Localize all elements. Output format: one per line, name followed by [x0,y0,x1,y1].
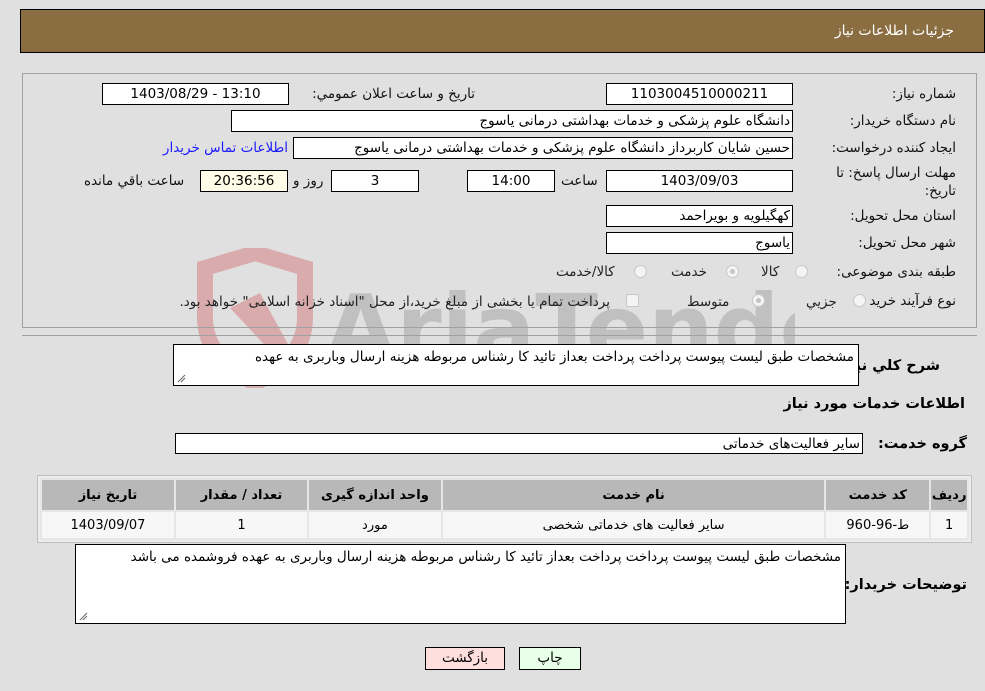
category-radio-service[interactable] [726,265,739,278]
deadline-time-field: 14:00 [467,170,555,192]
cell-unit: مورد [306,510,443,540]
announce-datetime-field: 1403/08/29 - 13:10 [102,83,289,105]
col-header-service-code: کد خدمت [824,478,932,512]
col-header-unit: واحد اندازه گیری [306,478,443,512]
buyer-notes-label: توضیحات خریدار: [844,577,967,593]
deadline-time-label: ساعت [561,173,598,189]
need-number-label: شماره نیاز: [891,86,956,102]
need-number-field: 1103004510000211 [606,83,793,105]
col-header-need-date: تاریخ نیاز [40,478,176,512]
table-row: 1 ط-96-960 سایر فعالیت های خدماتی شخصی م… [40,510,969,540]
purchase-option-medium: متوسط [687,294,730,310]
divider [22,335,977,336]
category-radio-goods-service[interactable] [634,265,647,278]
treasury-bonds-note: پرداخت تمام یا بخشی از مبلغ خرید،از محل … [179,294,610,310]
page-header-bar: جزئیات اطلاعات نیاز [20,9,985,53]
time-remaining-label: ساعت باقي مانده [84,173,185,189]
buyer-org-label: نام دستگاه خریدار: [849,113,956,129]
divider [22,327,977,328]
buyer-contact-link[interactable]: اطلاعات تماس خریدار [163,140,288,156]
page-title: جزئیات اطلاعات نیاز [834,23,954,39]
category-option-service: خدمت [671,264,707,280]
services-section-title: اطلاعات خدمات مورد نیاز [783,396,965,412]
purchase-option-minor: جزيي [806,294,837,310]
purchase-type-label: نوع فرآیند خرید : [860,293,956,309]
cell-quantity: 1 [173,510,309,540]
requester-label: ایجاد کننده درخواست: [831,140,956,156]
cell-row-number: 1 [929,510,969,540]
announce-datetime-label: تاریخ و ساعت اعلان عمومي: [312,86,475,102]
purchase-radio-medium[interactable] [752,294,765,307]
time-remaining-field: 20:36:56 [200,170,288,192]
resize-grip-icon[interactable] [176,373,186,383]
print-button[interactable]: چاپ [519,647,581,670]
days-remaining-field: 3 [331,170,419,192]
purchase-radio-minor[interactable] [853,294,866,307]
resize-grip-icon[interactable] [78,611,88,621]
col-header-quantity: تعداد / مقدار [173,478,309,512]
province-field: کهگیلویه و بویراحمد [606,205,793,227]
deadline-date-field: 1403/09/03 [606,170,793,192]
items-table: ردیف کد خدمت نام خدمت واحد اندازه گیری ت… [40,478,969,540]
back-button[interactable]: بازگشت [425,647,505,670]
category-option-goods: کالا [761,264,780,280]
general-description-textarea[interactable]: مشخصات طبق لیست پیوست پرداخت پرداخت بعدا… [173,344,859,386]
city-label: شهر محل تحویل: [858,235,956,251]
requester-field: حسین شایان کاربرداز دانشگاه علوم پزشکی و… [293,137,793,159]
deadline-label: مهلت ارسال پاسخ: تا تاریخ: [836,165,956,199]
treasury-bonds-checkbox[interactable] [626,294,639,307]
cell-need-date: 1403/09/07 [40,510,176,540]
category-option-goods-service: کالا/خدمت [556,264,615,280]
table-header-row: ردیف کد خدمت نام خدمت واحد اندازه گیری ت… [40,478,969,512]
col-header-service-name: نام خدمت [440,478,827,512]
general-description-text: مشخصات طبق لیست پیوست پرداخت پرداخت بعدا… [254,349,854,365]
city-field: یاسوج [606,232,793,254]
col-header-row-number: ردیف [929,478,969,512]
days-label: روز و [293,173,324,189]
items-table-wrapper: ردیف کد خدمت نام خدمت واحد اندازه گیری ت… [37,475,972,543]
cell-service-name: سایر فعالیت های خدماتی شخصی [440,510,827,540]
province-label: استان محل تحویل: [850,208,956,224]
buyer-org-field: دانشگاه علوم پزشکی و خدمات بهداشتی درمان… [231,110,793,132]
buyer-notes-textarea[interactable]: مشخصات طبق لیست پیوست پرداخت پرداخت بعدا… [75,544,846,624]
cell-service-code: ط-96-960 [824,510,932,540]
service-group-label: گروه خدمت: [877,436,967,452]
buyer-notes-text: مشخصات طبق لیست پیوست پرداخت پرداخت بعدا… [130,549,841,565]
category-radio-goods[interactable] [795,265,808,278]
category-label: طبقه بندی موضوعی: [836,264,956,280]
service-group-field: سایر فعالیت‌های خدماتی [175,433,863,454]
